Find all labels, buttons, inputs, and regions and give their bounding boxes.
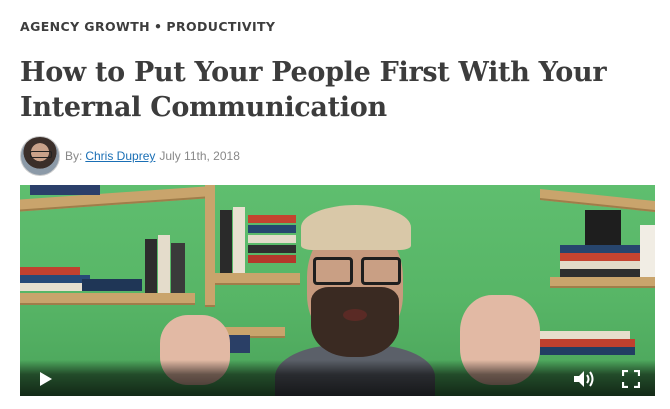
bookshelf: [540, 188, 655, 213]
byline-prefix: By:: [65, 149, 83, 163]
category-separator: •: [154, 19, 163, 34]
category-breadcrumb: AGENCY GROWTH • PRODUCTIVITY: [20, 19, 275, 34]
volume-icon[interactable]: [573, 370, 595, 388]
book: [560, 261, 640, 269]
book: [560, 245, 640, 253]
book: [220, 210, 232, 273]
publish-date: July 11th, 2018: [159, 149, 240, 163]
bookshelf: [205, 185, 215, 307]
book: [171, 243, 185, 293]
author-avatar: [20, 136, 60, 176]
category-productivity[interactable]: PRODUCTIVITY: [166, 19, 275, 34]
book: [145, 239, 157, 293]
bookshelf: [20, 293, 195, 305]
book: [20, 275, 90, 283]
video-player[interactable]: [20, 185, 655, 396]
book: [20, 267, 80, 275]
book: [560, 253, 642, 261]
play-icon[interactable]: [40, 372, 52, 386]
book: [30, 185, 100, 195]
book: [640, 225, 655, 277]
book: [82, 279, 142, 291]
book: [20, 283, 84, 291]
category-agency-growth[interactable]: AGENCY GROWTH: [20, 19, 150, 34]
book: [158, 235, 170, 293]
book: [540, 339, 635, 347]
video-controls: [20, 360, 655, 396]
book: [540, 347, 635, 355]
article-title: How to Put Your People First With Your I…: [20, 57, 607, 123]
book: [540, 331, 630, 339]
fullscreen-icon[interactable]: [622, 370, 640, 388]
byline: By: Chris Duprey July 11th, 2018: [20, 136, 240, 176]
book: [233, 207, 245, 273]
book: [560, 269, 644, 277]
bookshelf: [550, 277, 655, 288]
author-link[interactable]: Chris Duprey: [85, 149, 155, 163]
